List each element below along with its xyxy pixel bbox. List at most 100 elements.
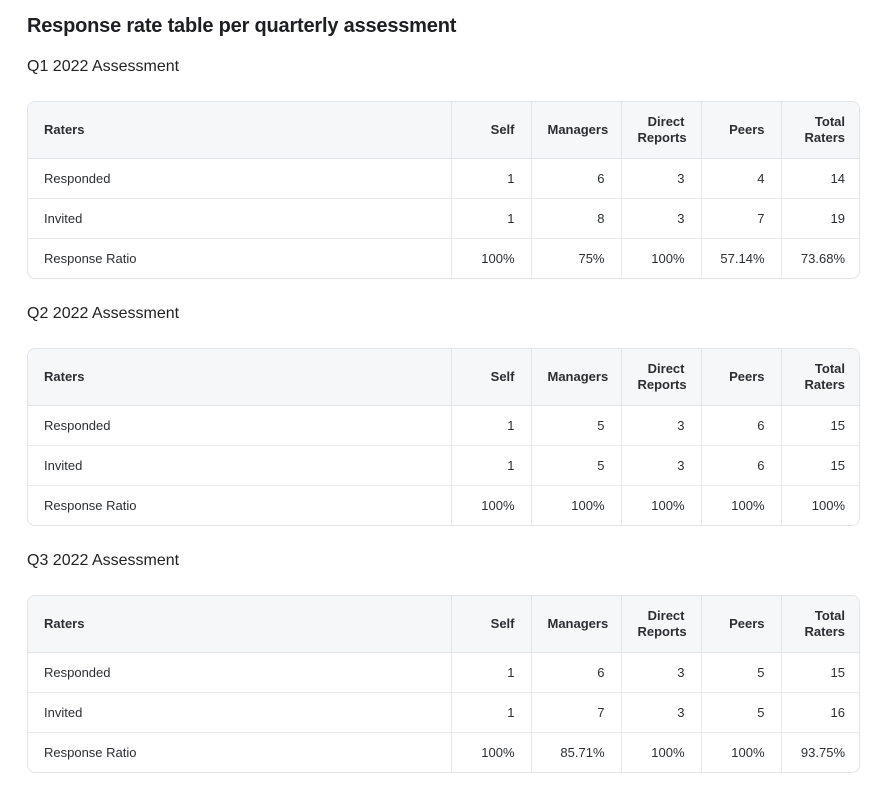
header-direct-reports: Direct Reports <box>620 596 701 653</box>
header-direct-line2: Reports <box>637 376 687 392</box>
table-q1: Raters Self Managers Direct Reports Peers… <box>27 101 860 279</box>
header-peers: Peers <box>700 596 781 653</box>
section-title-q1: Q1 2022 Assessment <box>27 58 180 75</box>
cell-self: 1 <box>450 652 531 693</box>
cell-managers: 85.71% <box>530 732 621 772</box>
header-direct-line2: Reports <box>637 129 687 145</box>
table-q3: Raters Self Managers Direct Reports Peers… <box>27 595 860 773</box>
section-title-q2: Q2 2022 Assessment <box>27 305 180 322</box>
cell-peers: 57.14% <box>700 238 781 278</box>
response-table-q1: Raters Self Managers Direct Reports Peers… <box>28 102 859 278</box>
cell-self: 1 <box>450 692 531 733</box>
header-total-line2: Raters <box>804 129 845 145</box>
header-raters: Raters <box>28 596 451 653</box>
cell-peers: 6 <box>700 445 781 486</box>
cell-total-raters: 15 <box>780 405 859 446</box>
cell-self: 1 <box>450 198 531 239</box>
header-total-raters: Total Raters <box>780 596 859 653</box>
cell-total-raters: 93.75% <box>780 732 859 772</box>
table-row: Responded 1 6 3 4 14 <box>28 158 859 199</box>
row-label: Invited <box>28 692 451 733</box>
table-row: Responded 1 6 3 5 15 <box>28 652 859 693</box>
header-total-raters: Total Raters <box>780 349 859 406</box>
section-title-q3: Q3 2022 Assessment <box>27 552 180 569</box>
cell-peers: 7 <box>700 198 781 239</box>
header-self: Self <box>450 349 531 406</box>
header-peers: Peers <box>700 102 781 159</box>
cell-direct-reports: 3 <box>620 692 701 733</box>
cell-direct-reports: 3 <box>620 158 701 199</box>
row-label: Responded <box>28 405 451 446</box>
cell-peers: 100% <box>700 732 781 772</box>
cell-peers: 6 <box>700 405 781 446</box>
header-direct-reports: Direct Reports <box>620 349 701 406</box>
response-table-q3: Raters Self Managers Direct Reports Peers… <box>28 596 859 772</box>
response-table-q2: Raters Self Managers Direct Reports Peers… <box>28 349 859 525</box>
header-total-line1: Total <box>814 607 845 623</box>
cell-self: 1 <box>450 158 531 199</box>
table-row: Response Ratio 100% 75% 100% 57.14% 73.6… <box>28 238 859 278</box>
cell-direct-reports: 3 <box>620 198 701 239</box>
row-label: Response Ratio <box>44 744 137 760</box>
header-managers: Managers <box>530 596 621 653</box>
header-self: Self <box>450 102 531 159</box>
cell-total-raters: 15 <box>780 652 859 693</box>
cell-total-raters: 16 <box>780 692 859 733</box>
cell-managers: 5 <box>530 445 621 486</box>
cell-self: 1 <box>450 405 531 446</box>
cell-self: 100% <box>450 732 531 772</box>
row-label: Responded <box>28 158 451 199</box>
cell-direct-reports: 100% <box>620 485 701 525</box>
cell-total-raters: 73.68% <box>780 238 859 278</box>
row-label: Responded <box>28 652 451 693</box>
cell-self: 100% <box>450 485 531 525</box>
table-header-row: Raters Self Managers Direct Reports Peers… <box>28 349 859 406</box>
cell-managers: 75% <box>530 238 621 278</box>
cell-managers: 100% <box>530 485 621 525</box>
header-direct-reports: Direct Reports <box>620 102 701 159</box>
table-row: Response Ratio 100% 85.71% 100% 100% 93.… <box>28 732 859 772</box>
header-peers: Peers <box>700 349 781 406</box>
table-row: Responded 1 5 3 6 15 <box>28 405 859 446</box>
header-raters: Raters <box>28 349 451 406</box>
cell-direct-reports: 3 <box>620 652 701 693</box>
row-label: Invited <box>28 198 451 239</box>
cell-peers: 4 <box>700 158 781 199</box>
header-total-line1: Total <box>814 360 845 376</box>
cell-peers: 100% <box>700 485 781 525</box>
row-label: Invited <box>28 445 451 486</box>
header-direct-line2: Reports <box>637 623 687 639</box>
cell-managers: 6 <box>530 652 621 693</box>
header-direct-line1: Direct <box>647 113 685 129</box>
header-total-line2: Raters <box>804 623 845 639</box>
cell-peers: 5 <box>700 692 781 733</box>
header-direct-line1: Direct <box>647 607 685 623</box>
table-header-row: Raters Self Managers Direct Reports Peers… <box>28 102 859 159</box>
header-raters: Raters <box>28 102 451 159</box>
header-managers: Managers <box>530 349 621 406</box>
header-total-line1: Total <box>814 113 845 129</box>
row-label: Response Ratio <box>44 497 137 513</box>
cell-self: 1 <box>450 445 531 486</box>
cell-managers: 5 <box>530 405 621 446</box>
header-self: Self <box>450 596 531 653</box>
cell-direct-reports: 100% <box>620 732 701 772</box>
row-label: Response Ratio <box>44 250 137 266</box>
header-total-line2: Raters <box>804 376 845 392</box>
header-direct-line1: Direct <box>647 360 685 376</box>
table-row: Invited 1 5 3 6 15 <box>28 445 859 486</box>
header-managers: Managers <box>530 102 621 159</box>
cell-total-raters: 19 <box>780 198 859 239</box>
cell-total-raters: 100% <box>780 485 859 525</box>
cell-direct-reports: 100% <box>620 238 701 278</box>
cell-self: 100% <box>450 238 531 278</box>
cell-managers: 6 <box>530 158 621 199</box>
table-row: Response Ratio 100% 100% 100% 100% 100% <box>28 485 859 525</box>
table-row: Invited 1 8 3 7 19 <box>28 198 859 239</box>
table-row: Invited 1 7 3 5 16 <box>28 692 859 733</box>
cell-managers: 8 <box>530 198 621 239</box>
page-title: Response rate table per quarterly assess… <box>27 15 457 37</box>
cell-direct-reports: 3 <box>620 445 701 486</box>
table-header-row: Raters Self Managers Direct Reports Peers… <box>28 596 859 653</box>
cell-peers: 5 <box>700 652 781 693</box>
